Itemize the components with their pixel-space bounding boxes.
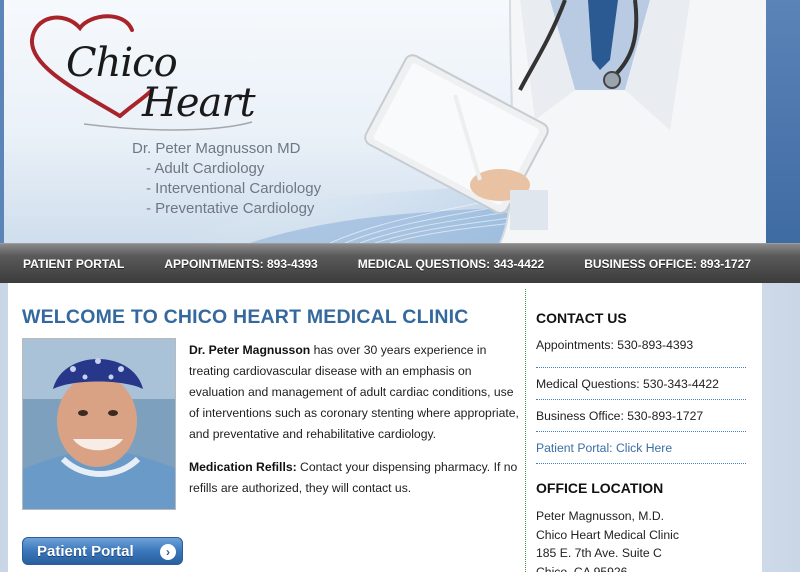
nav-patient-portal[interactable]: PATIENT PORTAL xyxy=(23,257,124,271)
bio-text: has over 30 years experience in treating… xyxy=(189,343,519,441)
site-logo[interactable]: Chico Heart xyxy=(24,6,264,136)
contact-list: Appointments: 530-893-4393 Medical Quest… xyxy=(536,336,746,464)
header-right-strip xyxy=(766,0,800,243)
doctor-bio: Dr. Peter Magnusson has over 30 years ex… xyxy=(189,340,519,499)
specialty-item: - Adult Cardiology xyxy=(146,160,265,177)
contact-patient-portal-link[interactable]: Patient Portal: Click Here xyxy=(536,432,746,464)
bio-doctor-name: Dr. Peter Magnusson xyxy=(189,343,311,357)
header-left-strip xyxy=(0,0,4,243)
chevron-right-icon: › xyxy=(160,544,176,560)
site-header: Chico Heart Dr. Peter Magnusson MD - Adu… xyxy=(0,0,800,243)
doctor-credentials: Dr. Peter Magnusson MD - Adult Cardiolog… xyxy=(132,139,321,219)
nav-medical-questions[interactable]: MEDICAL QUESTIONS: 343-4422 xyxy=(358,257,545,271)
bio-paragraph: Dr. Peter Magnusson has over 30 years ex… xyxy=(189,340,519,445)
refill-label: Medication Refills: xyxy=(189,460,297,474)
sidebar: CONTACT US Appointments: 530-893-4393 Me… xyxy=(536,283,750,572)
doctor-photo xyxy=(22,338,176,510)
main-column: WELCOME TO CHICO HEART MEDICAL CLINIC Dr… xyxy=(8,283,524,572)
main-nav-bar: PATIENT PORTAL APPOINTMENTS: 893-4393 ME… xyxy=(0,243,800,283)
patient-portal-button[interactable]: Patient Portal › xyxy=(22,537,183,565)
address-line: 185 E. 7th Ave. Suite C xyxy=(536,546,662,560)
address-line: Peter Magnusson, M.D. xyxy=(536,509,665,523)
page-title: WELCOME TO CHICO HEART MEDICAL CLINIC xyxy=(22,306,469,328)
doctor-portrait-image xyxy=(23,339,175,509)
doctor-name: Dr. Peter Magnusson MD xyxy=(132,140,301,157)
specialty-item: - Preventative Cardiology xyxy=(146,200,315,217)
column-divider xyxy=(525,289,526,572)
nav-business-office[interactable]: BUSINESS OFFICE: 893-1727 xyxy=(584,257,751,271)
nav-appointments[interactable]: APPOINTMENTS: 893-4393 xyxy=(164,257,317,271)
office-location-heading: OFFICE LOCATION xyxy=(536,480,664,496)
contact-medical-questions: Medical Questions: 530-343-4422 xyxy=(536,368,746,400)
logo-text-heart: Heart xyxy=(142,80,256,126)
refill-paragraph: Medication Refills: Contact your dispens… xyxy=(189,457,519,499)
address-line: Chico Heart Medical Clinic xyxy=(536,527,679,542)
content-panel: WELCOME TO CHICO HEART MEDICAL CLINIC Dr… xyxy=(8,283,762,572)
specialty-list: - Adult Cardiology - Interventional Card… xyxy=(146,159,321,219)
address-line: Chico, CA 95926 xyxy=(536,564,628,572)
specialty-item: - Interventional Cardiology xyxy=(146,180,322,197)
contact-us-heading: CONTACT US xyxy=(536,310,627,326)
contact-business-office: Business Office: 530-893-1727 xyxy=(536,400,746,432)
contact-appointments: Appointments: 530-893-4393 xyxy=(536,336,746,368)
doctor-with-tablet-image xyxy=(364,0,770,243)
office-address: Peter Magnusson, M.D. Chico Heart Medica… xyxy=(536,507,679,572)
patient-portal-button-label: Patient Portal xyxy=(37,542,134,560)
